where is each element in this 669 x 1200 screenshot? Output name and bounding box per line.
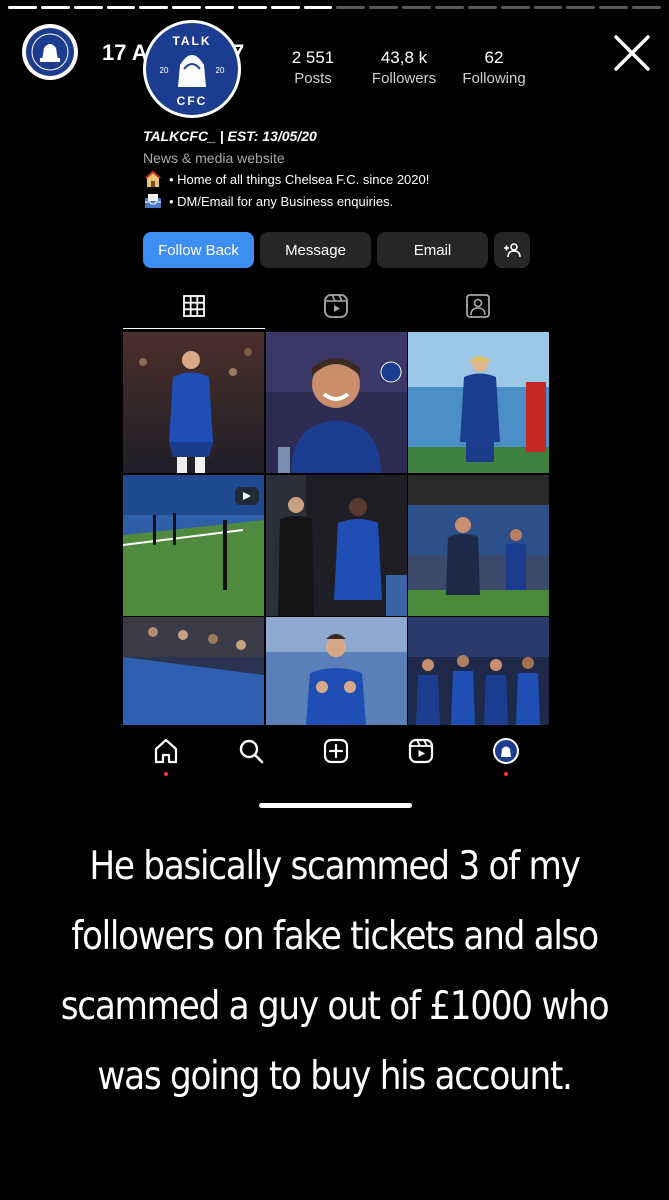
story-avatar[interactable] [22,24,78,80]
bio-line-1: • Home of all things Chelsea F.C. since … [143,170,543,188]
profile-category: News & media website [143,150,285,166]
story-progress-bar [8,6,661,9]
chelsea-lion-icon [31,33,69,71]
player-clapping-image [265,617,407,725]
suggested-accounts-button[interactable] [494,232,530,268]
profile-avatar-icon [493,738,520,764]
message-button[interactable]: Message [260,232,371,268]
team-celebration-image [408,617,549,725]
post-tile[interactable] [408,617,549,725]
tab-tagged[interactable] [464,292,492,320]
stat-followers[interactable]: 43,8 k Followers [366,48,442,87]
manager-press-conference-image [265,332,407,473]
profile-bio: TALKCFC_ | EST: 13/05/20 News & media we… [143,128,543,210]
follow-back-button[interactable]: Follow Back [143,232,254,268]
logo-year-left: 20 [160,66,169,75]
reels-icon [324,294,348,318]
post-grid [123,332,549,758]
bottom-navigation [123,736,549,776]
logo-year-right: 20 [216,66,225,75]
following-label: Following [462,70,526,87]
tab-reels[interactable] [322,292,350,320]
players-tunnel-image [265,474,407,616]
grid-icon [183,295,205,317]
email-button[interactable]: Email [377,232,488,268]
story-caption: He basically scammed 3 of my followers o… [60,844,610,1099]
nav-home[interactable] [151,736,181,776]
close-button[interactable] [613,34,651,72]
house-emoji-icon [145,170,161,187]
profile-actions: Follow Back Message Email [143,232,530,268]
logo-text-bottom: CFC [177,94,208,108]
active-tab-indicator [123,328,265,329]
post-tile[interactable] [408,332,549,473]
add-person-icon [504,243,521,258]
bio-line-2-text: • DM/Email for any Business enquiries. [169,193,394,209]
posts-label: Posts [294,70,332,87]
manager-stadium-image [408,474,549,616]
post-tile[interactable] [123,617,264,725]
player-applauding-image [123,332,264,473]
stat-following[interactable]: 62 Following [456,48,532,87]
following-count: 62 [484,48,504,67]
post-tile[interactable] [123,474,264,616]
post-tile[interactable] [408,474,549,616]
nav-search[interactable] [236,736,266,766]
nav-reels[interactable] [406,736,436,766]
post-tile[interactable] [265,474,407,616]
post-tile[interactable] [123,332,264,473]
profile-avatar[interactable]: TALK CFC 20 20 [143,20,241,118]
stadium-stands-image [123,617,264,725]
stadium-tunnel-image [123,474,264,616]
close-icon [614,35,650,71]
profile-name: TALKCFC_ | EST: 13/05/20 [143,128,317,144]
player-pitch-image [408,332,549,473]
reels-nav-icon [409,738,434,764]
home-icon [154,738,177,764]
tab-posts[interactable] [180,292,208,320]
create-icon [323,738,349,764]
tagged-icon [466,294,490,318]
search-icon [239,739,264,764]
bio-line-1-text: • Home of all things Chelsea F.C. since … [169,171,430,187]
logo-text-top: TALK [172,34,211,48]
followers-label: Followers [371,70,437,87]
post-tile[interactable] [265,332,407,473]
bio-line-2: • DM/Email for any Business enquiries. [143,192,543,210]
stat-posts[interactable]: 2 551 Posts [285,48,341,87]
profile-tabs [123,292,549,320]
post-tile[interactable] [265,617,407,725]
nav-create[interactable] [321,736,351,766]
talkcfc-logo-icon: TALK CFC 20 20 [148,25,236,113]
inbox-emoji-icon [145,194,161,208]
notification-dot [163,772,168,776]
posts-count: 2 551 [291,48,335,67]
followers-count: 43,8 k [380,48,428,67]
notification-dot [504,772,509,776]
nav-profile[interactable] [491,736,521,776]
home-indicator [259,803,412,808]
